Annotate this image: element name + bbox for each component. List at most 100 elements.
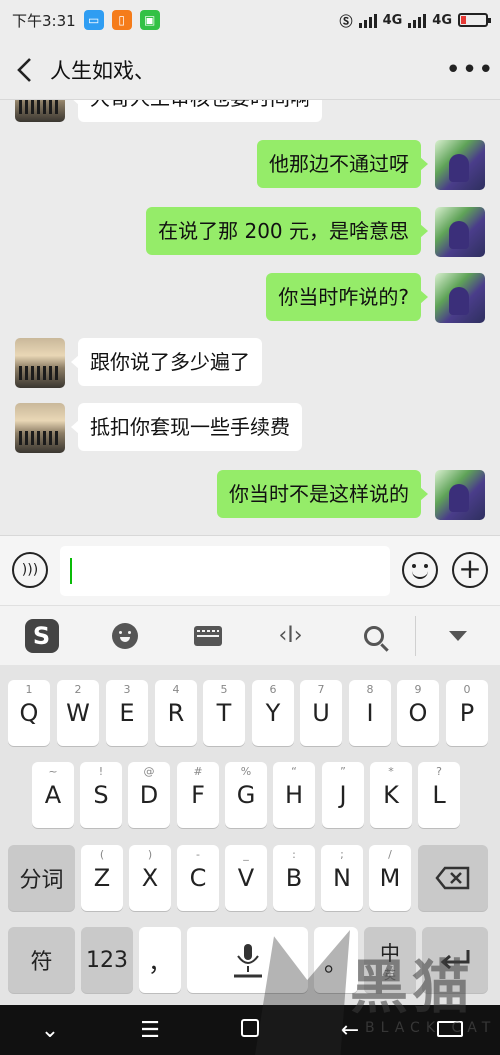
message-input[interactable] bbox=[60, 546, 390, 596]
message-row: 你当时咋说的? bbox=[0, 273, 500, 325]
back-button[interactable] bbox=[0, 40, 50, 100]
numbers-key[interactable]: 123 bbox=[81, 927, 133, 993]
keyboard-switch-button[interactable] bbox=[166, 606, 249, 666]
key-k[interactable]: * K bbox=[370, 762, 412, 828]
emoji-button[interactable] bbox=[402, 552, 438, 588]
keyboard-nav-icon bbox=[437, 1020, 463, 1037]
key-d[interactable]: @ D bbox=[128, 762, 170, 828]
key-h[interactable]: “H bbox=[273, 762, 315, 828]
message-bubble-left[interactable]: 大哥人工审核也要时间啊 bbox=[71, 100, 322, 122]
message-row: 他那边不通过呀 bbox=[0, 140, 500, 192]
message-bubble-right[interactable]: 你当时不是这样说的 bbox=[217, 470, 428, 518]
system-nav-bar: ⌄ ☰ ← bbox=[0, 1005, 500, 1055]
backspace-icon bbox=[435, 866, 470, 890]
cursor-move-button[interactable]: ‹I› bbox=[249, 606, 332, 666]
key-c[interactable]: -C bbox=[177, 845, 219, 911]
contact-avatar[interactable] bbox=[15, 403, 65, 453]
voice-icon: ))) bbox=[21, 562, 39, 578]
message-bubble-right[interactable]: 在说了那 200 元，是啥意思 bbox=[146, 207, 428, 255]
contact-avatar[interactable] bbox=[15, 338, 65, 388]
network-type-2: 4G bbox=[432, 12, 452, 28]
self-avatar[interactable] bbox=[435, 273, 485, 323]
key-a[interactable]: ~ A bbox=[32, 762, 74, 828]
message-row: 抵扣你套现一些手续费 bbox=[0, 403, 500, 455]
signal-icon-2 bbox=[408, 12, 427, 28]
shopping-notification-icon: ▣ bbox=[139, 10, 160, 30]
message-row: 在说了那 200 元，是啥意思 bbox=[0, 207, 500, 259]
key-b[interactable]: :B bbox=[273, 845, 315, 911]
self-avatar[interactable] bbox=[435, 207, 485, 257]
symbol-key[interactable]: 符 bbox=[8, 927, 75, 993]
fenci-key[interactable]: 分词 bbox=[8, 845, 75, 911]
keyboard-toggle-button[interactable] bbox=[425, 1018, 475, 1043]
lang-label-zh: 中 bbox=[380, 941, 400, 965]
status-bar: 下午3:31 ▭ ▯ ▣ Ⓢ 4G 4G bbox=[0, 0, 500, 40]
key-g[interactable]: % G bbox=[225, 762, 267, 828]
lang-label-en: 英 bbox=[383, 968, 396, 982]
soft-keyboard: 1Q 2W 3E 4R 5T 6Y 7U 8I 9O 0P ~ A ! S @ D #… bbox=[0, 665, 500, 1005]
key-q[interactable]: 1Q bbox=[8, 680, 50, 746]
collapse-icon bbox=[448, 630, 467, 641]
key-t[interactable]: 5T bbox=[203, 680, 245, 746]
home-button[interactable] bbox=[225, 1018, 275, 1043]
more-options-button[interactable]: ••• bbox=[440, 55, 500, 85]
battery-icon bbox=[458, 13, 491, 27]
key-n[interactable]: ; N bbox=[321, 845, 363, 911]
key-j[interactable]: ” J bbox=[322, 762, 364, 828]
message-row: 大哥人工审核也要时间啊 bbox=[0, 100, 500, 124]
key-v[interactable]: _ V bbox=[225, 845, 267, 911]
text-caret bbox=[70, 558, 72, 584]
sogou-status-icon: Ⓢ bbox=[339, 14, 353, 30]
more-actions-button[interactable]: + bbox=[452, 552, 488, 588]
microphone-icon bbox=[233, 944, 262, 978]
keyboard-toolbar: S ‹I› bbox=[0, 605, 500, 665]
message-row: 跟你说了多少遍了 bbox=[0, 338, 500, 390]
key-r[interactable]: 4R bbox=[155, 680, 197, 746]
key-e[interactable]: 3E bbox=[106, 680, 148, 746]
period-key[interactable]: 。 bbox=[314, 927, 358, 993]
enter-icon bbox=[440, 950, 470, 970]
enter-key[interactable] bbox=[422, 927, 488, 993]
self-avatar[interactable] bbox=[435, 140, 485, 190]
chevron-left-icon bbox=[17, 57, 31, 82]
comma-key[interactable]: ， bbox=[139, 927, 181, 993]
message-bubble-left[interactable]: 抵扣你套现一些手续费 bbox=[71, 403, 302, 451]
app-notification-icon: ▯ bbox=[111, 10, 132, 30]
backspace-key[interactable] bbox=[418, 845, 488, 911]
key-z[interactable]: (Z bbox=[81, 845, 123, 911]
voice-input-button[interactable]: ))) bbox=[12, 552, 48, 588]
menu-button[interactable]: ☰ bbox=[125, 1018, 175, 1043]
language-switch-key[interactable]: 中 英 bbox=[364, 927, 416, 993]
key-o[interactable]: 9O bbox=[397, 680, 439, 746]
message-notification-icon: ▭ bbox=[83, 10, 104, 30]
key-y[interactable]: 6Y bbox=[252, 680, 294, 746]
sogou-logo-icon: S bbox=[24, 618, 59, 653]
keyboard-collapse-button[interactable] bbox=[416, 606, 499, 666]
keyboard-icon bbox=[193, 625, 222, 646]
signal-icon bbox=[358, 12, 377, 28]
key-w[interactable]: 2W bbox=[57, 680, 99, 746]
sogou-menu-button[interactable]: S bbox=[0, 606, 83, 666]
message-bubble-left[interactable]: 跟你说了多少遍了 bbox=[71, 338, 262, 386]
contact-avatar[interactable] bbox=[15, 100, 65, 122]
hide-keyboard-button[interactable]: ⌄ bbox=[25, 1018, 75, 1043]
keyboard-search-button[interactable] bbox=[332, 606, 415, 666]
message-bubble-right[interactable]: 他那边不通过呀 bbox=[257, 140, 428, 188]
message-bubble-right[interactable]: 你当时咋说的? bbox=[266, 273, 428, 321]
key-x[interactable]: ) X bbox=[129, 845, 171, 911]
space-key[interactable] bbox=[187, 927, 308, 993]
back-nav-button[interactable]: ← bbox=[325, 1018, 375, 1043]
keyboard-emoji-button[interactable] bbox=[83, 606, 166, 666]
key-m[interactable]: / M bbox=[369, 845, 411, 911]
key-p[interactable]: 0P bbox=[446, 680, 488, 746]
chat-area[interactable]: 大哥人工审核也要时间啊 他那边不通过呀 在说了那 200 元，是啥意思 你当时咋… bbox=[0, 100, 500, 535]
self-avatar[interactable] bbox=[435, 470, 485, 520]
network-type-1: 4G bbox=[382, 12, 403, 28]
key-s[interactable]: ! S bbox=[80, 762, 122, 828]
key-i[interactable]: 8I bbox=[349, 680, 391, 746]
status-time: 下午3:31 bbox=[12, 11, 76, 30]
key-l[interactable]: ? L bbox=[418, 762, 460, 828]
home-icon bbox=[241, 1018, 259, 1037]
key-u[interactable]: 7U bbox=[300, 680, 342, 746]
key-f[interactable]: # F bbox=[177, 762, 219, 828]
